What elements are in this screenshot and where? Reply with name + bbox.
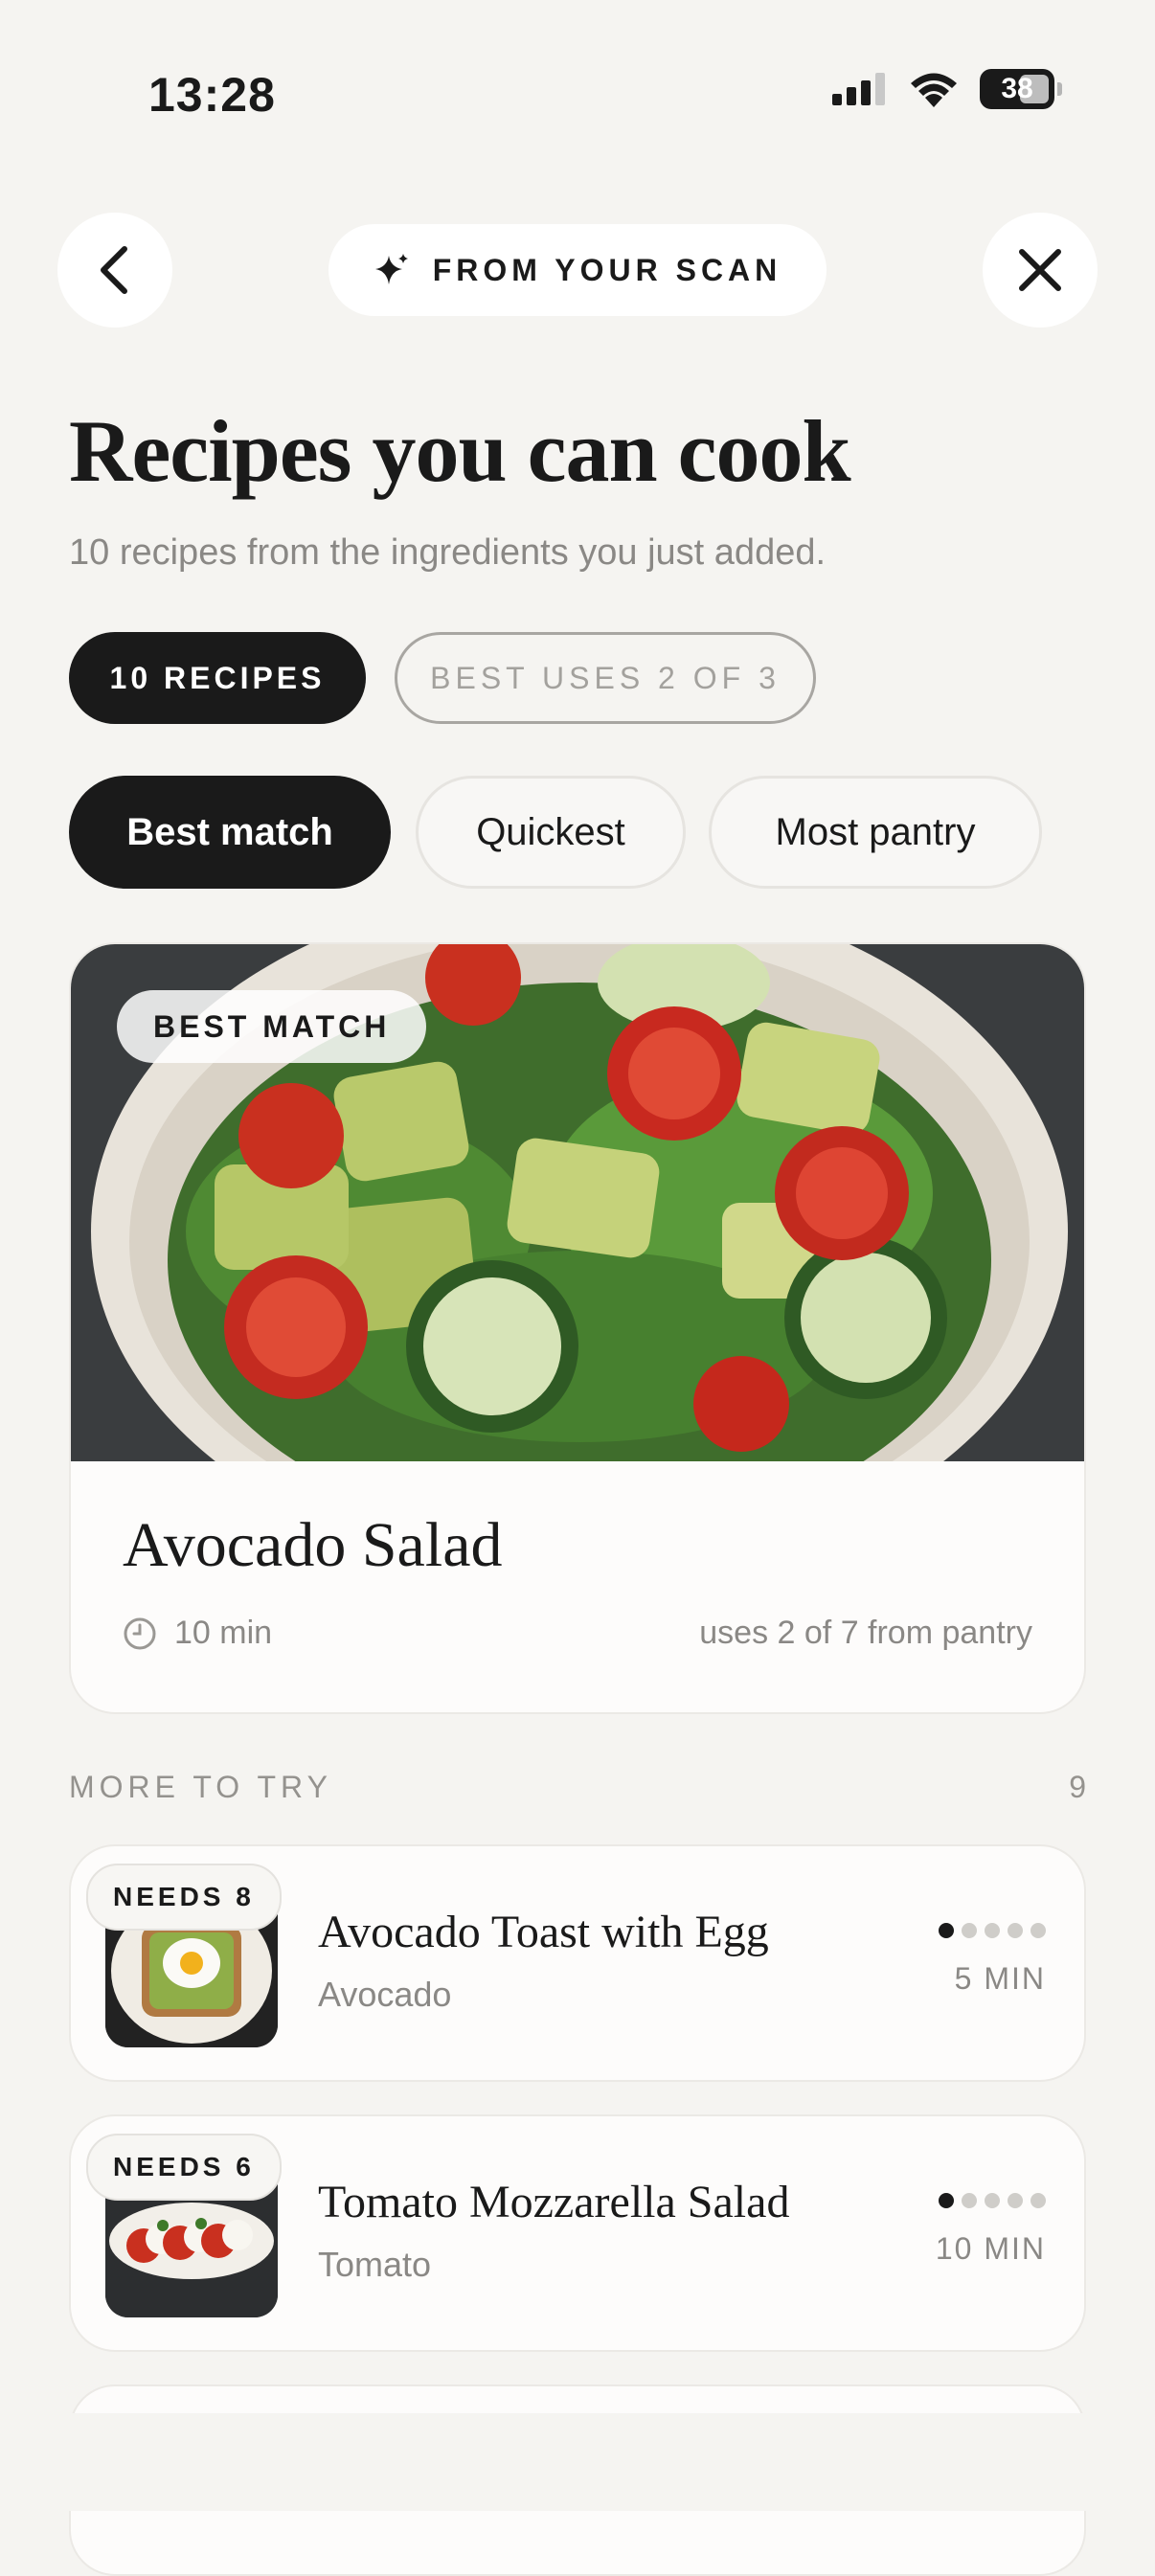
- difficulty-dot: [1030, 1923, 1046, 1938]
- status-icons: 38: [832, 69, 1062, 109]
- difficulty-dot: [939, 1923, 954, 1938]
- clock-icon: [124, 1617, 156, 1649]
- difficulty-dot: [1008, 2193, 1023, 2208]
- featured-recipe-time: 10 min: [123, 1615, 272, 1652]
- recipe-time: 5 MIN: [954, 1961, 1046, 1996]
- difficulty-dot: [985, 2193, 1000, 2208]
- recipe-name: Avocado Toast with Egg: [318, 1907, 769, 1957]
- sparkle-icon: [374, 254, 408, 284]
- difficulty-dots: [939, 2193, 1046, 2208]
- recipe-name: Tomato Mozzarella Salad: [318, 2177, 790, 2227]
- difficulty-dot: [939, 2193, 954, 2208]
- difficulty-dots: [939, 1923, 1046, 1938]
- close-icon: [1019, 249, 1061, 291]
- from-your-scan-pill[interactable]: FROM YOUR SCAN: [328, 224, 827, 316]
- recipe-ingredient: Tomato: [318, 2245, 432, 2284]
- best-match-tag: BEST MATCH: [117, 990, 427, 1063]
- difficulty-dot: [962, 1923, 977, 1938]
- recipe-time: 10 MIN: [935, 2231, 1046, 2266]
- recipe-list-item[interactable]: NEEDS 6 Tomato Mozzarella Salad Tomato 1…: [69, 2114, 1086, 2352]
- chevron-left-icon: [101, 246, 127, 294]
- featured-pantry-usage: uses 2 of 7 from pantry: [699, 1615, 1032, 1651]
- recipe-ingredient: Avocado: [318, 1975, 452, 2014]
- tab-best-match[interactable]: Best match: [69, 776, 391, 889]
- featured-time-text: 10 min: [174, 1615, 273, 1651]
- more-to-try-count: 9: [1069, 1770, 1086, 1804]
- scan-label: FROM YOUR SCAN: [432, 252, 782, 287]
- page-title: Recipes you can cook: [69, 402, 851, 500]
- featured-recipe-name: Avocado Salad: [123, 1510, 503, 1580]
- more-to-try-heading: MORE TO TRY: [69, 1770, 332, 1804]
- featured-recipe-card[interactable]: BEST MATCH Avocado Salad 10 min uses 2 o…: [69, 942, 1086, 1714]
- difficulty-dot: [1030, 2193, 1046, 2208]
- battery-level: 38: [1001, 73, 1033, 104]
- tab-quickest[interactable]: Quickest: [416, 776, 686, 889]
- needs-tag: NEEDS 8: [86, 1864, 282, 1931]
- cellular-signal-icon: [832, 73, 885, 105]
- bottom-area: [0, 2413, 1155, 2511]
- tab-most-pantry[interactable]: Most pantry: [709, 776, 1042, 889]
- difficulty-dot: [962, 2193, 977, 2208]
- difficulty-dot: [1008, 1923, 1023, 1938]
- best-uses-badge: BEST USES 2 OF 3: [395, 632, 816, 724]
- battery-icon: 38: [980, 69, 1062, 109]
- recipe-list-item[interactable]: NEEDS 8 Avocado Toast with Egg Avocado 5…: [69, 1844, 1086, 2082]
- page-subtitle: 10 recipes from the ingredients you just…: [69, 532, 827, 573]
- back-button[interactable]: [57, 213, 172, 328]
- difficulty-dot: [985, 1923, 1000, 1938]
- wifi-icon: [911, 73, 957, 107]
- close-button[interactable]: [983, 213, 1098, 328]
- needs-tag: NEEDS 6: [86, 2134, 282, 2201]
- recipe-count-badge: 10 RECIPES: [69, 632, 366, 724]
- status-time: 13:28: [148, 68, 276, 122]
